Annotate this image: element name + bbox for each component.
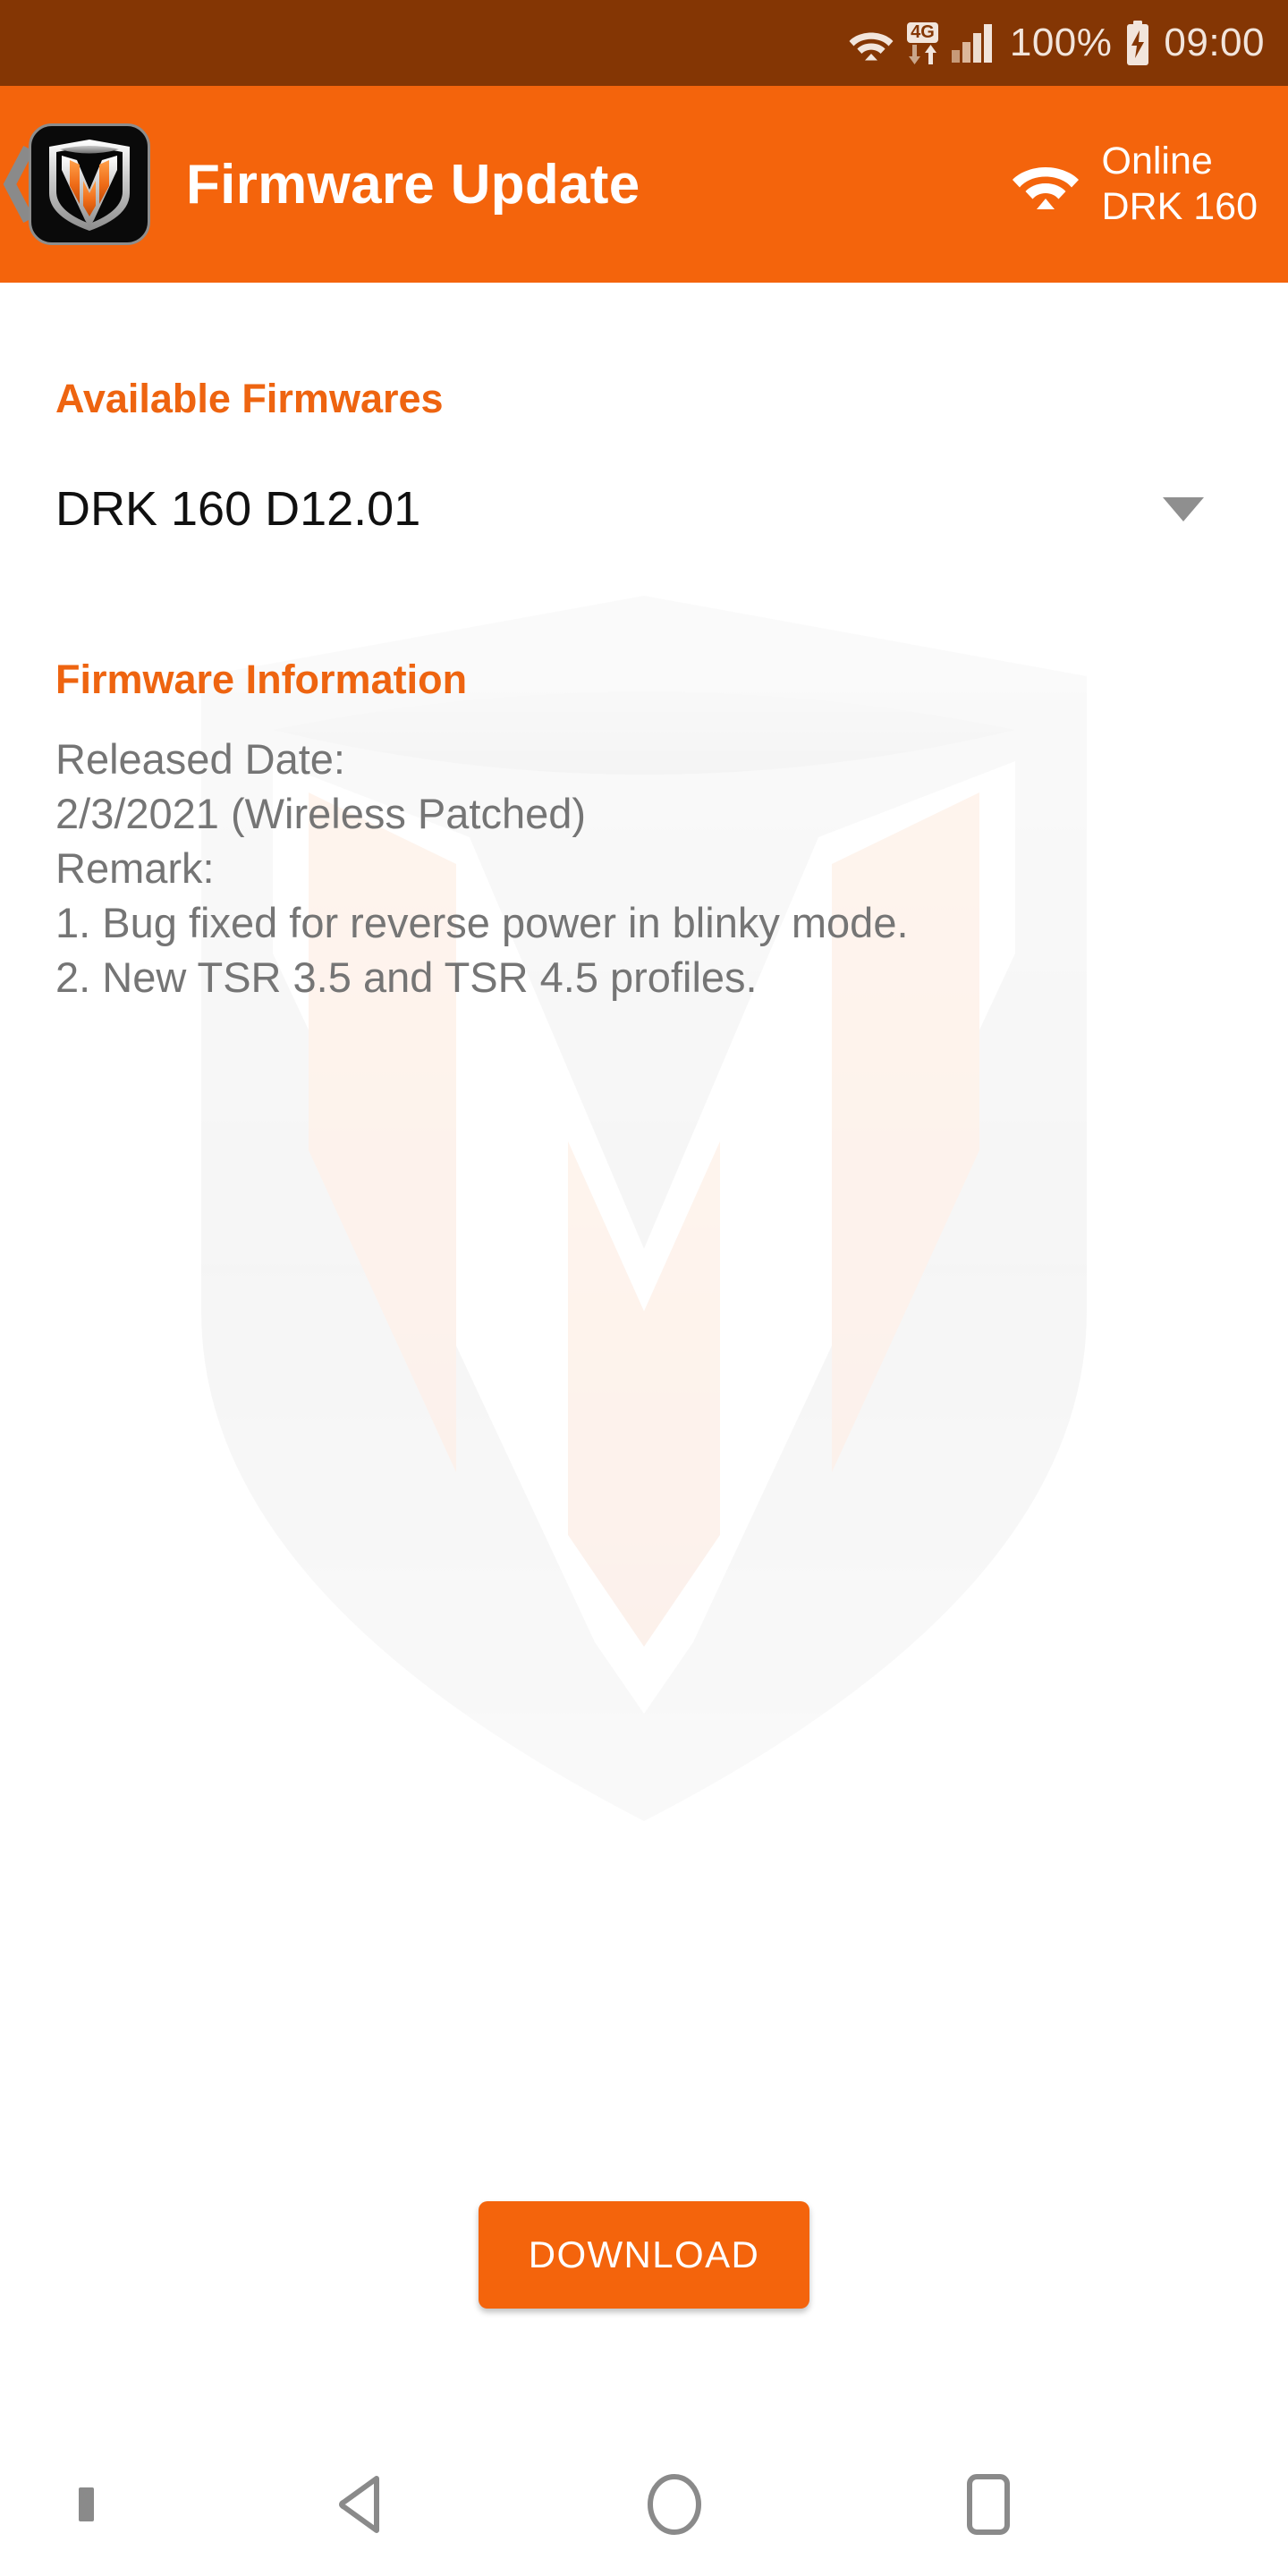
content-inner: Available Firmwares DRK 160 D12.01 Firmw… <box>0 283 1288 1004</box>
main-content: Available Firmwares DRK 160 D12.01 Firmw… <box>0 283 1288 2576</box>
chevron-down-icon[interactable] <box>1163 496 1204 521</box>
wifi-icon <box>1011 157 1080 211</box>
status-bar: 4G 100% 09:00 <box>0 0 1288 86</box>
connection-state-label: Online <box>1101 140 1213 183</box>
firmware-select-dropdown[interactable]: DRK 160 D12.01 <box>55 481 1233 537</box>
clock-label: 09:00 <box>1164 21 1265 64</box>
connection-status: Online DRK 160 <box>1011 139 1258 229</box>
download-button[interactable]: DOWNLOAD <box>478 2201 810 2309</box>
nav-back-triangle-icon[interactable] <box>334 2474 389 2535</box>
network-badge-label: 4G <box>907 21 938 43</box>
firmware-information-heading: Firmware Information <box>55 657 468 702</box>
connection-labels: Online DRK 160 <box>1102 139 1258 229</box>
wifi-icon <box>848 24 894 62</box>
nav-home-circle-icon[interactable] <box>646 2473 703 2536</box>
battery-charging-icon <box>1124 21 1151 65</box>
network-type-indicator: 4G <box>907 21 938 64</box>
app-logo-m-shield-icon[interactable] <box>29 123 150 245</box>
cellular-signal-icon <box>951 23 997 63</box>
available-firmwares-heading: Available Firmwares <box>55 376 444 421</box>
download-button-container: DOWNLOAD <box>0 2201 1288 2309</box>
system-navigation-bar <box>0 2433 1288 2576</box>
nav-indicator-dot-icon <box>79 2487 94 2521</box>
nav-buttons <box>0 2473 1288 2536</box>
data-transfer-arrows-icon <box>908 44 937 64</box>
nav-recents-square-icon[interactable] <box>960 2473 1017 2536</box>
firmware-select-value: DRK 160 D12.01 <box>55 482 421 536</box>
page-title: Firmware Update <box>186 153 640 216</box>
battery-percent-label: 100% <box>1009 21 1113 64</box>
connected-device-label: DRK 160 <box>1101 185 1258 228</box>
app-bar: Firmware Update Online DRK 160 <box>0 86 1288 283</box>
firmware-information-body: Released Date: 2/3/2021 (Wireless Patche… <box>55 735 909 1002</box>
